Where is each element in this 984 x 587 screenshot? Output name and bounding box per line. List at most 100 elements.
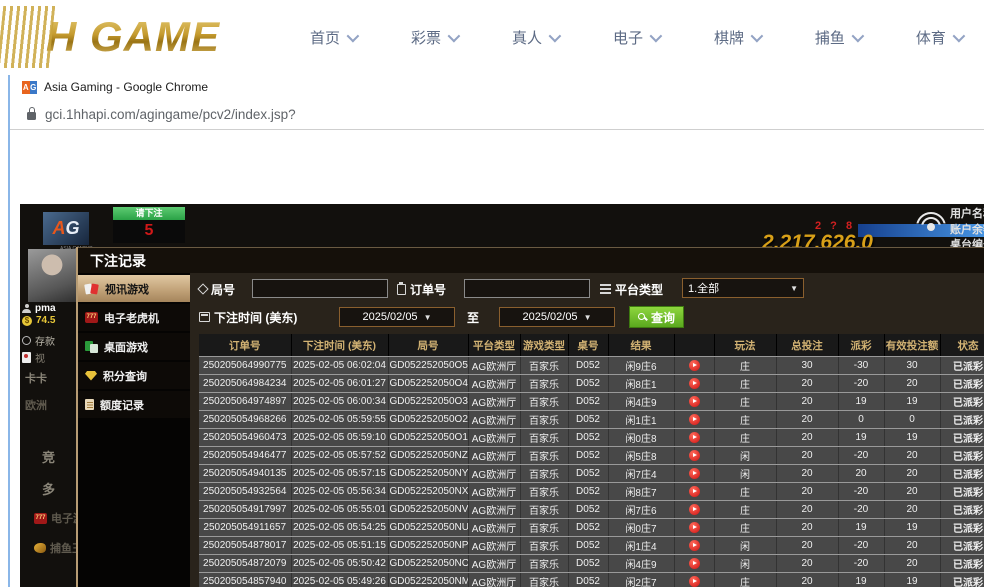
dealer-avatar (28, 249, 76, 302)
replay-play-icon[interactable] (689, 378, 700, 389)
replay-play-icon[interactable] (689, 468, 700, 479)
replay-cell (674, 357, 714, 375)
browser-titlebar[interactable]: A G Asia Gaming - Google Chrome (10, 75, 984, 99)
replay-play-icon[interactable] (689, 450, 700, 461)
table-cell: 250205064974897 (199, 393, 291, 411)
table-cell: -20 (838, 447, 884, 465)
bet-table-body: 2502050649907752025-02-05 06:02:04GD0522… (199, 357, 984, 587)
coin-icon (22, 336, 31, 345)
browser-urlbar[interactable]: gci.1hhapi.com/agingame/pcv2/index.jsp? (10, 99, 984, 130)
diamond-icon (85, 371, 97, 381)
table-cell: 250205054932564 (199, 483, 291, 501)
chevron-down-icon (650, 30, 663, 43)
table-cell: 2025-02-05 05:56:34 (291, 483, 388, 501)
table-cell: GD052252050NM (388, 573, 468, 587)
replay-cell (674, 465, 714, 483)
table-row: 2502050548780172025-02-05 05:51:15GD0522… (199, 537, 984, 555)
table-cell: 20 (884, 447, 940, 465)
ag-logo: AG (43, 212, 89, 245)
table-cell: 庄 (714, 393, 776, 411)
table-cell: 百家乐 (520, 375, 568, 393)
table-cell: 百家乐 (520, 465, 568, 483)
nav-item-slots[interactable]: 电子 (613, 27, 659, 48)
table-cell: D052 (568, 375, 608, 393)
replay-play-icon[interactable] (689, 360, 700, 371)
search-button[interactable]: 查询 (629, 306, 684, 328)
deposit-item[interactable]: 存款 (22, 333, 55, 348)
table-row: 2502050549179972025-02-05 05:55:01GD0522… (199, 501, 984, 519)
page: H GAME 首页 彩票 真人 电子 棋牌 捕鱼 体育 A G Asia Gam… (0, 0, 984, 587)
table-cell: D052 (568, 519, 608, 537)
replay-play-icon[interactable] (689, 414, 700, 425)
order-number-input[interactable] (464, 279, 590, 298)
table-cell: AG欧洲厅 (468, 555, 520, 573)
table-cell: 250205054940135 (199, 465, 291, 483)
nav-item-home[interactable]: 首页 (310, 27, 356, 48)
replay-play-icon[interactable] (689, 396, 700, 407)
table-cell: 百家乐 (520, 501, 568, 519)
nav-item-sports[interactable]: 体育 (916, 27, 962, 48)
table-cell: 百家乐 (520, 357, 568, 375)
table-header-row: 订单号 下注时间 (美东) 局号 平台类型 游戏类型 桌号 结果 玩法 总 (199, 334, 984, 357)
table-cell: 闲 (714, 465, 776, 483)
replay-play-icon[interactable] (689, 432, 700, 443)
table-cell: 20 (776, 465, 838, 483)
table-cell: D052 (568, 555, 608, 573)
logo-text: H GAME (46, 13, 220, 61)
table-cell: 百家乐 (520, 447, 568, 465)
platform-type-select[interactable]: 1.全部 ▼ (682, 278, 804, 298)
round-number-input[interactable] (252, 279, 388, 298)
replay-play-icon[interactable] (689, 522, 700, 533)
replay-cell (674, 447, 714, 465)
table-cell: 百家乐 (520, 483, 568, 501)
date-from-select[interactable]: 2025/02/05 ▼ (339, 307, 455, 327)
table-cell: AG欧洲厅 (468, 357, 520, 375)
url-text: gci.1hhapi.com/agingame/pcv2/index.jsp? (45, 107, 296, 122)
nav-item-fishing[interactable]: 捕鱼 (815, 27, 861, 48)
replay-play-icon[interactable] (689, 486, 700, 497)
dropdown-arrow-icon: ▼ (424, 313, 432, 322)
table-cell: 庄 (714, 375, 776, 393)
bet-records-table-wrap: 订单号 下注时间 (美东) 局号 平台类型 游戏类型 桌号 结果 玩法 总 (199, 334, 984, 587)
table-cell: 19 (838, 519, 884, 537)
table-cell: 2025-02-05 05:57:52 (291, 447, 388, 465)
table-cell: 庄 (714, 483, 776, 501)
table-cell: 百家乐 (520, 555, 568, 573)
table-cell: 19 (838, 393, 884, 411)
table-cell: -20 (838, 483, 884, 501)
replay-play-icon[interactable] (689, 558, 700, 569)
table-cell: 百家乐 (520, 519, 568, 537)
user-balance-row: $ 74.5 (22, 315, 55, 326)
nav-item-boardgames[interactable]: 棋牌 (714, 27, 760, 48)
playing-cards-icon (85, 283, 99, 295)
replay-play-icon[interactable] (689, 576, 700, 587)
sidebar-item-slot-machine[interactable]: 777 电子老虎机 (78, 304, 190, 331)
replay-cell (674, 483, 714, 501)
panel-content: 局号 订单号 平台类型 1.全部 ▼ (190, 273, 984, 587)
table-row: 2502050649842342025-02-05 06:01:27GD0522… (199, 375, 984, 393)
table-cell: AG欧洲厅 (468, 483, 520, 501)
table-cell: 庄 (714, 411, 776, 429)
person-icon (22, 304, 31, 313)
nav-item-live[interactable]: 真人 (512, 27, 558, 48)
sidebar-item-points-query[interactable]: 积分查询 (78, 362, 190, 389)
sidebar-item-video-games[interactable]: 视讯游戏 (78, 275, 190, 302)
replay-play-icon[interactable] (689, 504, 700, 515)
table-cell: -20 (838, 555, 884, 573)
site-logo[interactable]: H GAME (0, 4, 220, 70)
nav-item-lottery[interactable]: 彩票 (411, 27, 457, 48)
chevron-down-icon (448, 30, 461, 43)
sidebar-item-table-games[interactable]: 桌面游戏 (78, 333, 190, 360)
table-cell: 2025-02-05 05:55:01 (291, 501, 388, 519)
sidebar-item-quota-records[interactable]: 额度记录 (78, 391, 190, 418)
video-item[interactable]: 视 (22, 350, 45, 365)
round-number-label: 局号 (199, 279, 235, 299)
order-number-label: 订单号 (397, 279, 446, 299)
date-to-select[interactable]: 2025/02/05 ▼ (499, 307, 615, 327)
table-cell: AG欧洲厅 (468, 429, 520, 447)
document-icon (85, 399, 94, 410)
table-cell: GD052252050NY (388, 465, 468, 483)
replay-play-icon[interactable] (689, 540, 700, 551)
table-cell: 闲7庄4 (608, 465, 674, 483)
status-cell: 已派彩 (940, 483, 984, 501)
